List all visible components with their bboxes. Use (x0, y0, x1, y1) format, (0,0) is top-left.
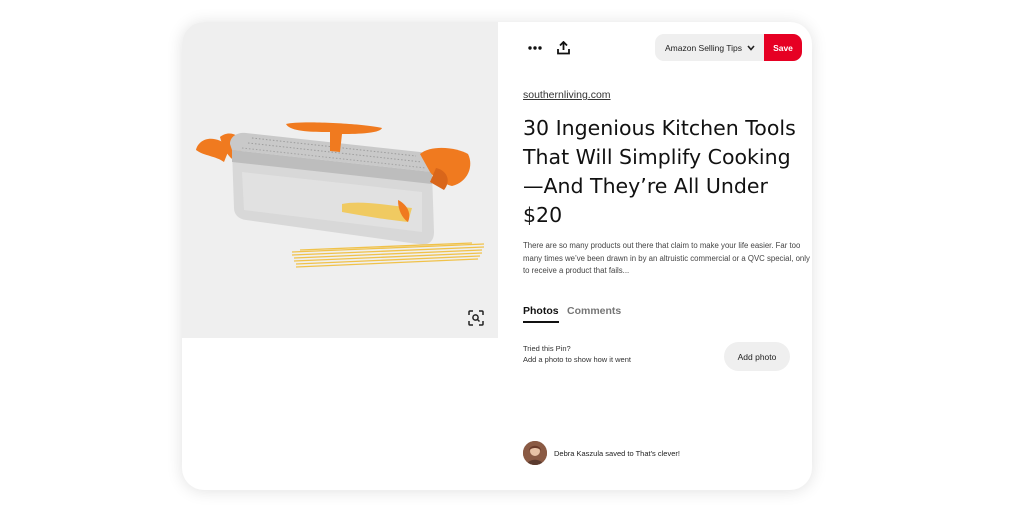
save-button[interactable]: Save (764, 34, 802, 61)
visual-search-icon (468, 310, 484, 326)
tried-prompt-subtitle: Add a photo to show how it went (523, 354, 631, 364)
add-photo-button[interactable]: Add photo (724, 342, 790, 371)
pin-toolbar: Amazon Selling Tips Save (523, 34, 803, 62)
share-upload-icon (556, 41, 570, 55)
board-select-label: Amazon Selling Tips (664, 42, 742, 53)
pasta-pot-image (196, 122, 485, 268)
tried-prompt-title: Tried this Pin? (523, 344, 571, 353)
pin-description: There are so many products out there tha… (523, 241, 810, 275)
source-link[interactable]: southernliving.com (523, 89, 611, 101)
more-options-icon (528, 46, 542, 50)
avatar[interactable] (523, 441, 547, 465)
tab-comments[interactable]: Comments (567, 305, 621, 321)
chevron-down-icon (747, 44, 755, 51)
tried-this-pin-prompt: Tried this Pin? Add a photo to show how … (523, 344, 631, 365)
pin-image[interactable] (182, 22, 498, 338)
pin-closeup-card: Amazon Selling Tips Save southernliving.… (182, 22, 812, 490)
saved-by-row: Debra Kaszula saved to That's clever! (523, 440, 680, 466)
board-select-dropdown[interactable]: Amazon Selling Tips (655, 34, 765, 61)
avatar-photo (523, 441, 547, 465)
tab-photos[interactable]: Photos (523, 305, 559, 323)
share-button[interactable] (551, 36, 575, 60)
visual-search-button[interactable] (464, 306, 488, 330)
pin-title: 30 Ingenious Kitchen Tools That Will Sim… (523, 116, 796, 227)
pin-details: Amazon Selling Tips Save southernliving.… (523, 22, 810, 490)
saved-by-text: Debra Kaszula saved to That's clever! (554, 448, 680, 458)
more-options-button[interactable] (523, 36, 547, 60)
